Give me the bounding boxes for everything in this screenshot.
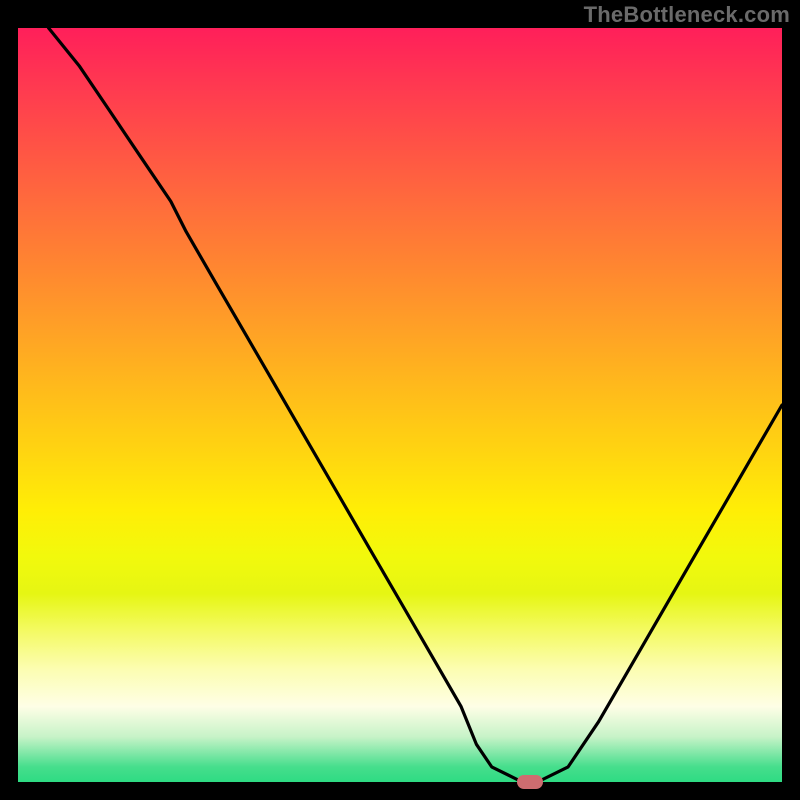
optimal-marker xyxy=(517,775,543,789)
curve-svg xyxy=(18,28,782,782)
watermark-text: TheBottleneck.com xyxy=(584,2,790,28)
plot-area xyxy=(18,28,782,782)
chart-container: TheBottleneck.com xyxy=(0,0,800,800)
bottleneck-curve xyxy=(49,28,782,782)
